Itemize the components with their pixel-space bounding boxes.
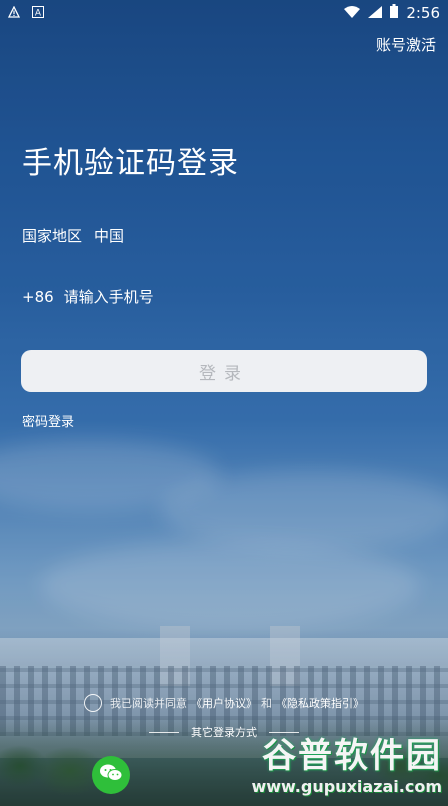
text-a-icon: A	[32, 4, 44, 22]
alert-icon	[8, 4, 20, 22]
agree-radio[interactable]	[84, 694, 102, 712]
bg-shade	[0, 0, 448, 806]
agree-and: 和	[261, 697, 272, 710]
status-time: 2:56	[406, 4, 440, 22]
status-bar: A 2:56	[0, 0, 448, 26]
region-label: 国家地区	[22, 227, 83, 245]
phone-row: +86	[22, 288, 364, 306]
wechat-login-button[interactable]	[92, 756, 130, 794]
page-title: 手机验证码登录	[22, 146, 239, 181]
other-login-label: 其它登录方式	[191, 726, 257, 739]
country-code[interactable]: +86	[22, 288, 54, 306]
agreement-row: 我已阅读并同意 《用户协议》 和 《隐私政策指引》	[0, 694, 448, 712]
watermark-title: 谷普软件园	[262, 736, 442, 776]
agree-prefix: 我已阅读并同意	[110, 697, 187, 710]
svg-text:A: A	[35, 9, 42, 19]
background-image	[0, 0, 448, 806]
activate-account-link[interactable]: 账号激活	[376, 34, 436, 55]
user-agreement-link[interactable]: 《用户协议》	[191, 695, 257, 711]
wifi-icon	[344, 4, 361, 22]
watermark: 谷普软件园 www.gupuxiazai.com	[251, 728, 442, 796]
phone-input[interactable]	[63, 288, 364, 306]
wechat-icon	[99, 763, 123, 787]
login-button[interactable]: 登录	[21, 350, 427, 392]
region-selector[interactable]: 国家地区 中国	[22, 225, 124, 246]
region-value[interactable]: 中国	[94, 225, 124, 246]
divider-line	[149, 731, 179, 733]
privacy-policy-link[interactable]: 《隐私政策指引》	[276, 695, 364, 711]
battery-icon	[390, 4, 399, 22]
watermark-url: www.gupuxiazai.com	[251, 777, 442, 796]
signal-icon	[368, 4, 383, 22]
password-login-link[interactable]: 密码登录	[22, 411, 74, 430]
